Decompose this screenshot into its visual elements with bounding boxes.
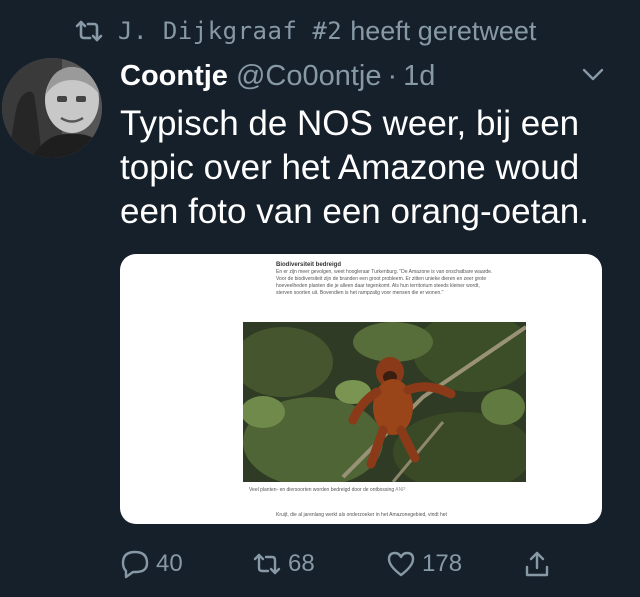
reply-button[interactable]: 40 <box>120 544 183 584</box>
reply-icon <box>121 550 149 579</box>
heart-icon <box>387 551 415 577</box>
retweet-label: heeft geretweet <box>350 15 537 46</box>
tweet-text-line: een foto van een orang-oetan. <box>120 192 589 231</box>
media-attachment[interactable]: Biodiversiteit bedreigd En er zijn meer … <box>120 254 602 524</box>
tweet-text-line: Typisch de NOS weer, bij een <box>120 104 580 143</box>
reply-count: 40 <box>156 550 183 577</box>
like-count: 178 <box>422 550 463 577</box>
avatar[interactable] <box>2 58 102 158</box>
retweeter-name[interactable]: J. Dijkgraaf #2 <box>118 17 342 45</box>
caption-source: ANP <box>395 487 406 493</box>
chevron-down-icon[interactable] <box>580 64 606 86</box>
user-handle[interactable]: @Co0ontje <box>236 60 382 93</box>
article-heading: Biodiversiteit bedreigd <box>276 262 342 268</box>
retweet-icon <box>75 20 103 42</box>
tweet-text-line: topic over het Amazone woud <box>120 148 580 187</box>
tweet-header: Coontje @Co0ontje · 1d <box>120 58 435 94</box>
tweet-time[interactable]: 1d <box>403 60 435 93</box>
article-paragraph: En er zijn meer gevolgen, weet hoogleraa… <box>276 269 493 296</box>
share-button[interactable] <box>522 544 558 584</box>
retweet-button[interactable]: 68 <box>252 544 315 584</box>
separator-dot: · <box>387 59 398 92</box>
share-icon <box>525 551 549 577</box>
retweet-context[interactable]: J. Dijkgraaf #2 heeft geretweet <box>74 14 536 48</box>
retweet-count: 68 <box>288 550 315 577</box>
article-paragraph-2: Kruijt, die al jarenlang werkt als onder… <box>276 512 447 518</box>
tweet-text: Typisch de NOS weer, bij een topic over … <box>120 102 620 234</box>
orangutan-photo <box>243 322 526 482</box>
retweet-icon <box>253 553 281 575</box>
caption-text: Veel planten- en diersoorten worden bedr… <box>249 487 395 493</box>
photo-caption: Veel planten- en diersoorten worden bedr… <box>249 487 406 493</box>
display-name[interactable]: Coontje <box>120 60 228 93</box>
tweet-actions: 40 68 178 <box>120 544 560 584</box>
like-button[interactable]: 178 <box>386 544 462 584</box>
tweet-screen: { "retweet": {"icon":"retweet-icon", "na… <box>0 0 640 597</box>
